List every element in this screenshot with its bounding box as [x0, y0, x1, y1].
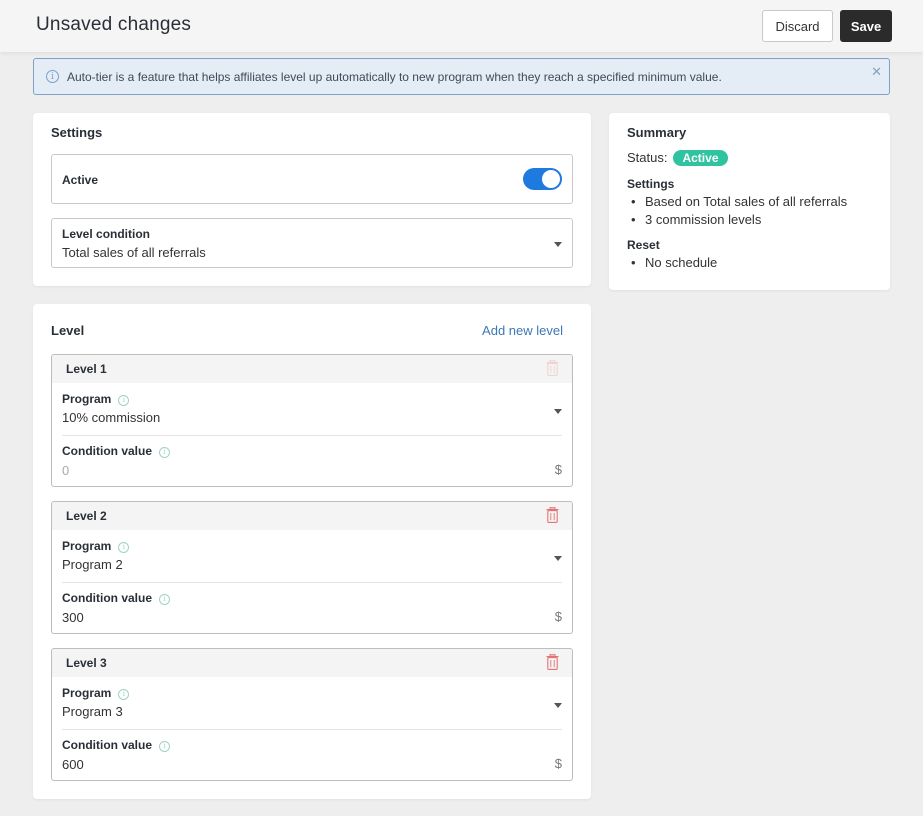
summary-settings-item: Based on Total sales of all referrals — [631, 194, 847, 209]
level-name: Level 1 — [66, 362, 107, 376]
divider — [62, 729, 562, 730]
status-badge: Active — [673, 150, 728, 166]
program-select[interactable]: Program i Program 3 — [52, 677, 572, 729]
program-select[interactable]: Program i 10% commission — [52, 383, 572, 435]
info-icon: i — [159, 593, 170, 605]
toggle-knob — [542, 170, 560, 188]
currency-suffix: $ — [554, 609, 562, 624]
divider — [62, 582, 562, 583]
status-label: Status: — [627, 150, 668, 165]
level-condition-select[interactable]: Level condition Total sales of all refer… — [51, 218, 573, 268]
condition-value-input[interactable]: 300 — [62, 610, 84, 625]
banner-text: Auto-tier is a feature that helps affili… — [67, 69, 722, 84]
divider — [62, 435, 562, 436]
summary-title: Summary — [627, 125, 687, 140]
settings-card: Settings Active Level condition Total sa… — [33, 113, 591, 286]
program-value: Program 3 — [62, 704, 123, 719]
level-header: Level 2 — [52, 502, 572, 530]
level-name: Level 3 — [66, 656, 107, 670]
trash-icon[interactable] — [546, 360, 559, 376]
info-icon: i — [118, 688, 130, 700]
info-icon: i — [118, 394, 130, 406]
summary-settings-heading: Settings — [627, 177, 675, 191]
status-row: Status: Active — [627, 150, 728, 166]
level-condition-value: Total sales of all referrals — [62, 245, 206, 260]
program-value: 10% commission — [62, 410, 161, 425]
level-header: Level 3 — [52, 649, 572, 677]
level-item: Level 2 Program i Program 2 Condition val… — [51, 501, 573, 634]
program-label: Program i — [62, 392, 130, 406]
level-name: Level 2 — [66, 509, 107, 523]
info-icon: i — [159, 740, 170, 752]
summary-reset-item: No schedule — [631, 255, 717, 270]
close-icon[interactable]: ✕ — [871, 64, 882, 80]
chevron-down-icon — [554, 242, 562, 247]
page-title: Unsaved changes — [36, 14, 192, 35]
condition-value-label: Condition value i — [62, 591, 170, 605]
currency-suffix: $ — [554, 756, 562, 771]
info-icon: i — [46, 70, 59, 83]
info-icon: i — [118, 541, 130, 553]
level-title: Level — [51, 323, 85, 338]
trash-icon[interactable] — [546, 654, 559, 670]
program-value: Program 2 — [62, 557, 123, 572]
currency-suffix: $ — [554, 462, 562, 477]
chevron-down-icon — [554, 556, 562, 561]
condition-value-label: Condition value i — [62, 444, 170, 458]
top-bar: Unsaved changes Discard Save — [0, 0, 923, 52]
chevron-down-icon — [554, 703, 562, 708]
level-item: Level 1 Program i 10% commission Conditio… — [51, 354, 573, 487]
condition-value-label: Condition value i — [62, 738, 170, 752]
level-card: Level Add new level Level 1 Program i 10%… — [33, 304, 591, 799]
info-banner: i Auto-tier is a feature that helps affi… — [33, 58, 890, 95]
program-label: Program i — [62, 539, 130, 553]
settings-title: Settings — [51, 125, 103, 140]
program-select[interactable]: Program i Program 2 — [52, 530, 572, 582]
active-label: Active — [62, 173, 99, 187]
program-label: Program i — [62, 686, 130, 700]
save-button[interactable]: Save — [840, 10, 892, 42]
summary-reset-heading: Reset — [627, 238, 660, 252]
chevron-down-icon — [554, 409, 562, 414]
summary-card: Summary Status: Active Settings Based on … — [609, 113, 890, 290]
summary-settings-item: 3 commission levels — [631, 212, 761, 227]
active-row: Active — [51, 154, 573, 204]
trash-icon[interactable] — [546, 507, 559, 523]
info-icon: i — [159, 446, 170, 458]
add-new-level-link[interactable]: Add new level — [482, 323, 563, 338]
condition-value-input[interactable]: 600 — [62, 757, 84, 772]
level-condition-label: Level condition — [62, 227, 151, 241]
active-toggle[interactable] — [523, 168, 562, 190]
discard-button[interactable]: Discard — [762, 10, 833, 42]
level-item: Level 3 Program i Program 3 Condition val… — [51, 648, 573, 781]
level-header: Level 1 — [52, 355, 572, 383]
condition-value-input[interactable]: 0 — [62, 463, 69, 478]
